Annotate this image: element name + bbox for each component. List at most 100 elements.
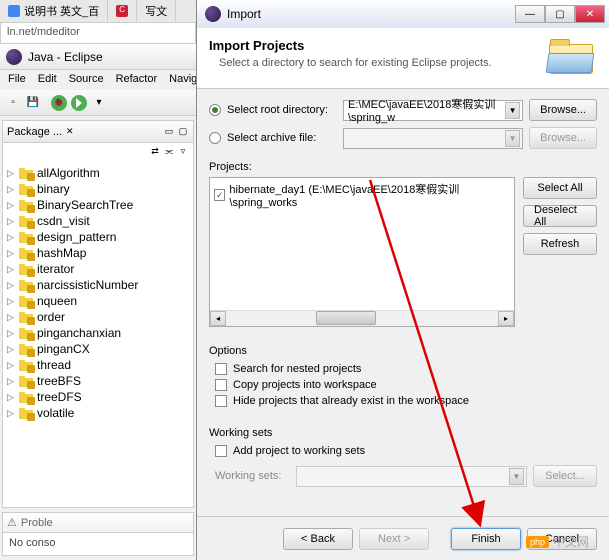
project-folder[interactable]: ▷design_pattern	[3, 229, 193, 245]
folder-icon	[19, 360, 33, 371]
project-item[interactable]: ✓ hibernate_day1 (E:\MEC\javaEE\2018寒假实训…	[210, 178, 514, 212]
hide-existing-checkbox[interactable]	[215, 395, 227, 407]
project-checkbox[interactable]: ✓	[214, 189, 225, 201]
expander-icon[interactable]: ▷	[7, 296, 19, 307]
watermark: php 中文网	[526, 533, 589, 550]
expander-icon[interactable]: ▷	[7, 312, 19, 323]
project-folder[interactable]: ▷iterator	[3, 261, 193, 277]
ide-toolbar: ▫ 💾 🐞 ▾	[0, 90, 196, 116]
expander-icon[interactable]: ▷	[7, 264, 19, 275]
archive-file-label: Select archive file:	[227, 132, 337, 144]
project-folder[interactable]: ▷thread	[3, 357, 193, 373]
project-folder[interactable]: ▷BinarySearchTree	[3, 197, 193, 213]
deselect-all-button[interactable]: Deselect All	[523, 205, 597, 227]
browser-tab[interactable]: C	[108, 0, 137, 22]
add-working-sets-checkbox[interactable]	[215, 445, 227, 457]
expander-icon[interactable]: ▷	[7, 168, 19, 179]
project-folder[interactable]: ▷allAlgorithm	[3, 165, 193, 181]
menu-edit[interactable]: Edit	[32, 70, 63, 90]
maximize-button[interactable]: ▢	[545, 5, 575, 23]
expander-icon[interactable]: ▷	[7, 408, 19, 419]
menu-refactor[interactable]: Refactor	[110, 70, 164, 90]
project-folder[interactable]: ▷csdn_visit	[3, 213, 193, 229]
project-folder[interactable]: ▷binary	[3, 181, 193, 197]
eclipse-icon	[205, 6, 221, 22]
menu-bar: File Edit Source Refactor Navigat	[0, 70, 196, 90]
project-folder[interactable]: ▷pinganchanxian	[3, 325, 193, 341]
project-folder[interactable]: ▷hashMap	[3, 245, 193, 261]
import-folder-icon	[549, 38, 597, 78]
archive-file-combo[interactable]: ▼	[343, 128, 523, 149]
project-folder[interactable]: ▷pinganCX	[3, 341, 193, 357]
address-bar[interactable]: ln.net/mdeditor	[0, 22, 196, 44]
scroll-right-icon[interactable]: ▸	[498, 311, 514, 326]
browser-tab[interactable]: 说明书 英文_百	[0, 0, 108, 22]
menu-file[interactable]: File	[2, 70, 32, 90]
browse-root-button[interactable]: Browse...	[529, 99, 597, 121]
menu-icon[interactable]: ▿	[177, 145, 189, 157]
project-folder[interactable]: ▷nqueen	[3, 293, 193, 309]
scroll-left-icon[interactable]: ◂	[210, 311, 226, 326]
project-folder[interactable]: ▷treeDFS	[3, 389, 193, 405]
expander-icon[interactable]: ▷	[7, 360, 19, 371]
package-explorer: Package ... ✕ ▭ ▢ ⇄ ⫘ ▿ ▷allAlgorithm▷bi…	[2, 120, 194, 508]
select-all-button[interactable]: Select All	[523, 177, 597, 199]
chevron-down-icon[interactable]: ▼	[505, 102, 520, 119]
working-sets-text: Working sets:	[215, 470, 290, 482]
root-directory-combo[interactable]: E:\MEC\javaEE\2018寒假实训\spring_w ▼	[343, 100, 523, 121]
back-button[interactable]: < Back	[283, 528, 353, 550]
finish-button[interactable]: Finish	[451, 528, 521, 550]
expander-icon[interactable]: ▷	[7, 392, 19, 403]
project-folder[interactable]: ▷order	[3, 309, 193, 325]
expander-icon[interactable]: ▷	[7, 280, 19, 291]
ide-title: Java - Eclipse	[28, 50, 103, 64]
package-toolbar: ⇄ ⫘ ▿	[3, 143, 193, 163]
folder-icon	[19, 280, 33, 291]
minimize-button[interactable]: —	[515, 5, 545, 23]
project-folder[interactable]: ▷treeBFS	[3, 373, 193, 389]
expander-icon[interactable]: ▷	[7, 248, 19, 259]
root-directory-radio[interactable]	[209, 104, 221, 116]
maximize-icon[interactable]: ▢	[177, 126, 189, 138]
chevron-down-icon: ▼	[509, 468, 524, 485]
expander-icon[interactable]: ▷	[7, 344, 19, 355]
project-folder[interactable]: ▷narcissisticNumber	[3, 277, 193, 293]
close-button[interactable]: ✕	[575, 5, 605, 23]
expander-icon[interactable]: ▷	[7, 376, 19, 387]
refresh-button[interactable]: Refresh	[523, 233, 597, 255]
link-icon[interactable]: ⫘	[163, 145, 175, 157]
horizontal-scrollbar[interactable]: ◂ ▸	[210, 310, 514, 326]
new-icon[interactable]: ▫	[4, 94, 22, 112]
package-explorer-header: Package ... ✕ ▭ ▢	[3, 121, 193, 143]
working-sets-label: Working sets	[209, 427, 597, 439]
folder-icon	[19, 328, 33, 339]
problems-tab[interactable]: ⚠ Proble	[3, 513, 193, 533]
select-working-sets-button: Select...	[533, 465, 597, 487]
project-tree[interactable]: ▷allAlgorithm▷binary▷BinarySearchTree▷cs…	[3, 163, 193, 507]
dialog-header: Import Projects Select a directory to se…	[197, 28, 609, 89]
archive-file-radio[interactable]	[209, 132, 221, 144]
run-icon[interactable]	[70, 94, 88, 112]
project-folder[interactable]: ▷volatile	[3, 405, 193, 421]
dialog-titlebar: Import — ▢ ✕	[197, 0, 609, 28]
ide-titlebar: Java - Eclipse	[0, 44, 196, 70]
minimize-icon[interactable]: ▭	[163, 126, 175, 138]
collapse-icon[interactable]: ⇄	[149, 145, 161, 157]
save-icon[interactable]: 💾	[24, 94, 42, 112]
expander-icon[interactable]: ▷	[7, 216, 19, 227]
chevron-down-icon[interactable]: ▼	[505, 130, 520, 147]
folder-icon	[19, 232, 33, 243]
copy-workspace-checkbox[interactable]	[215, 379, 227, 391]
expander-icon[interactable]: ▷	[7, 328, 19, 339]
menu-source[interactable]: Source	[63, 70, 110, 90]
import-dialog: Import — ▢ ✕ Import Projects Select a di…	[196, 0, 609, 560]
browser-tab[interactable]: 写文	[137, 0, 176, 22]
debug-icon[interactable]: 🐞	[50, 94, 68, 112]
search-nested-checkbox[interactable]	[215, 363, 227, 375]
expander-icon[interactable]: ▷	[7, 184, 19, 195]
expander-icon[interactable]: ▷	[7, 232, 19, 243]
dialog-body: Select root directory: E:\MEC\javaEE\201…	[197, 89, 609, 516]
expander-icon[interactable]: ▷	[7, 200, 19, 211]
dropdown-icon[interactable]: ▾	[90, 94, 108, 112]
projects-listbox[interactable]: ✓ hibernate_day1 (E:\MEC\javaEE\2018寒假实训…	[209, 177, 515, 327]
